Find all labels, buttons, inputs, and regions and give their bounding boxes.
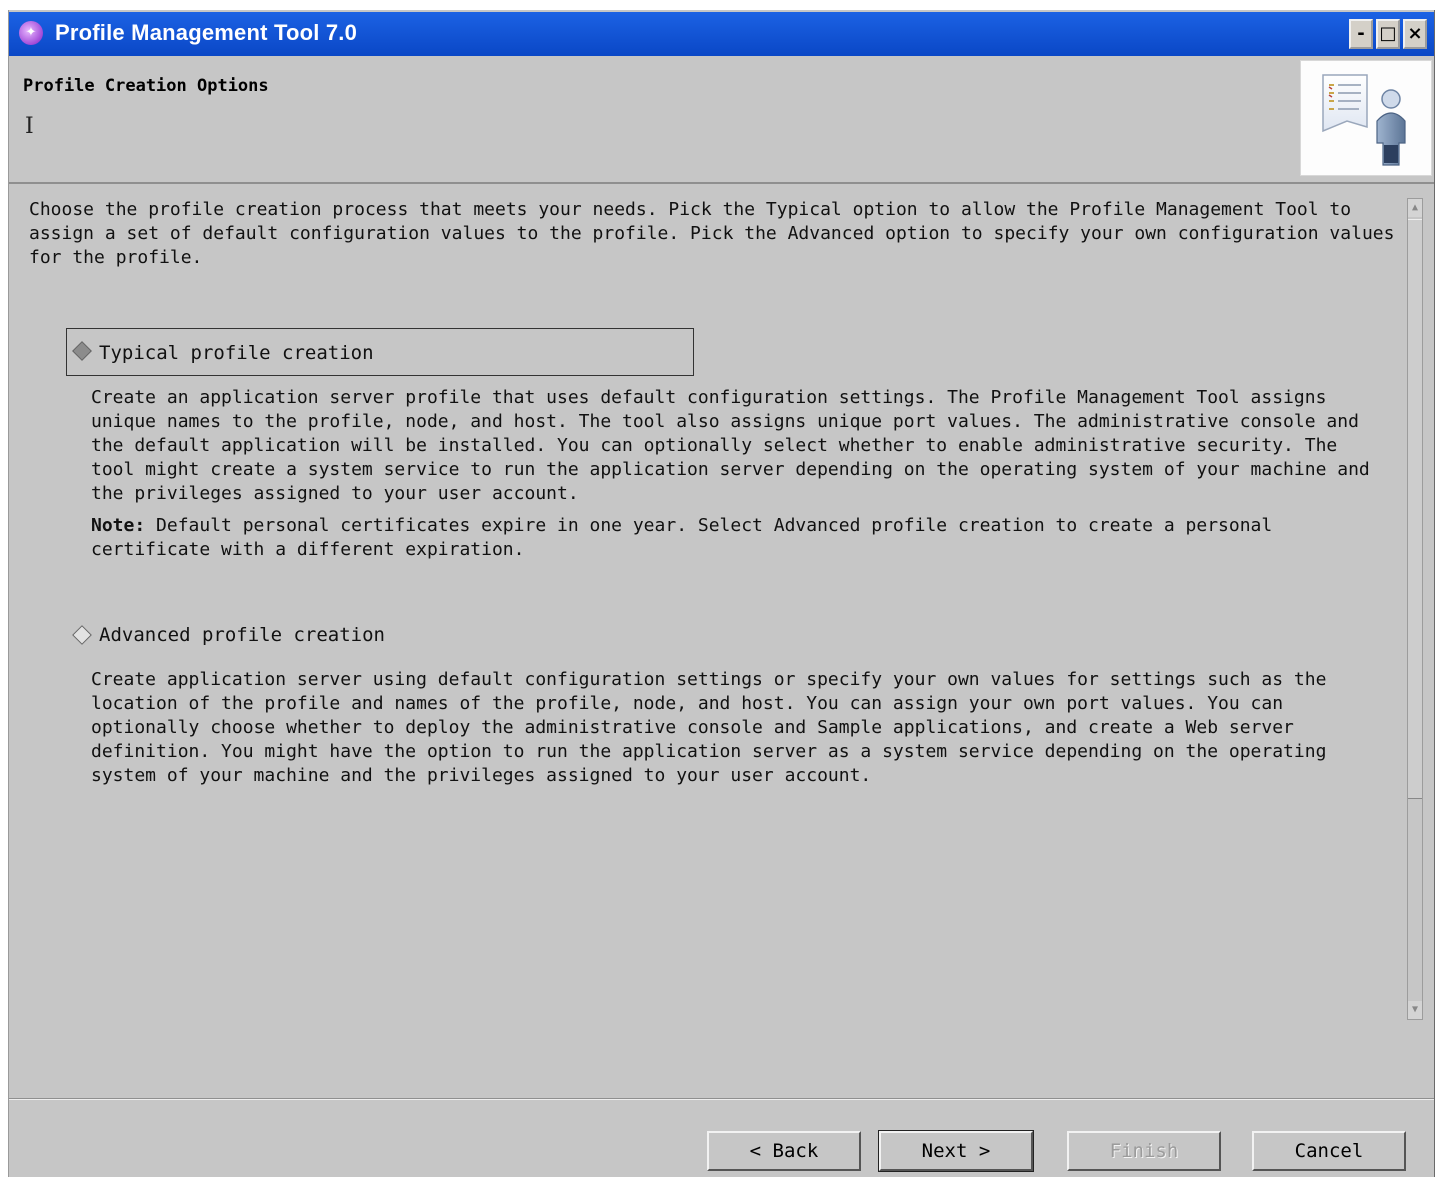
cancel-button[interactable]: Cancel [1252,1131,1406,1171]
typical-profile-description: Create an application server profile tha… [91,387,1370,504]
app-icon: ✦ [19,21,43,45]
page-title: Profile Creation Options [23,76,269,96]
footer-divider [9,1098,1434,1100]
wizard-header: Profile Creation Options I [9,56,1434,184]
text-cursor-icon: I [25,114,34,139]
scroll-up-arrow-icon[interactable]: ▲ [1408,199,1422,217]
close-button[interactable]: × [1403,19,1427,49]
maximize-button[interactable]: □ [1376,19,1400,49]
advanced-profile-radio[interactable] [72,625,92,645]
back-button[interactable]: < Back [707,1131,861,1171]
vertical-scrollbar[interactable]: ▲ ▼ [1407,198,1423,1020]
finish-button: Finish [1067,1131,1221,1171]
advanced-profile-description: Create application server using default … [91,669,1327,786]
typical-profile-label[interactable]: Typical profile creation [99,341,374,365]
scroll-down-arrow-icon[interactable]: ▼ [1408,1001,1422,1019]
profile-document-person-icon [1300,60,1432,176]
note-text: Default personal certificates expire in … [91,515,1273,560]
intro-text: Choose the profile creation process that… [29,199,1395,268]
scrollbar-thumb[interactable] [1408,219,1422,799]
note-label: Note: [91,515,146,536]
profile-management-window: ✦ Profile Management Tool 7.0 - □ × Prof… [8,10,1435,1177]
typical-profile-note: Note: Default personal certificates expi… [91,514,1381,562]
advanced-profile-label[interactable]: Advanced profile creation [99,623,385,647]
options-panel: Choose the profile creation process that… [21,198,1401,1028]
window-title: Profile Management Tool 7.0 [55,20,358,45]
title-bar[interactable]: ✦ Profile Management Tool 7.0 - □ × [9,12,1434,56]
next-button[interactable]: Next > [878,1130,1034,1172]
minimize-button[interactable]: - [1349,19,1373,49]
